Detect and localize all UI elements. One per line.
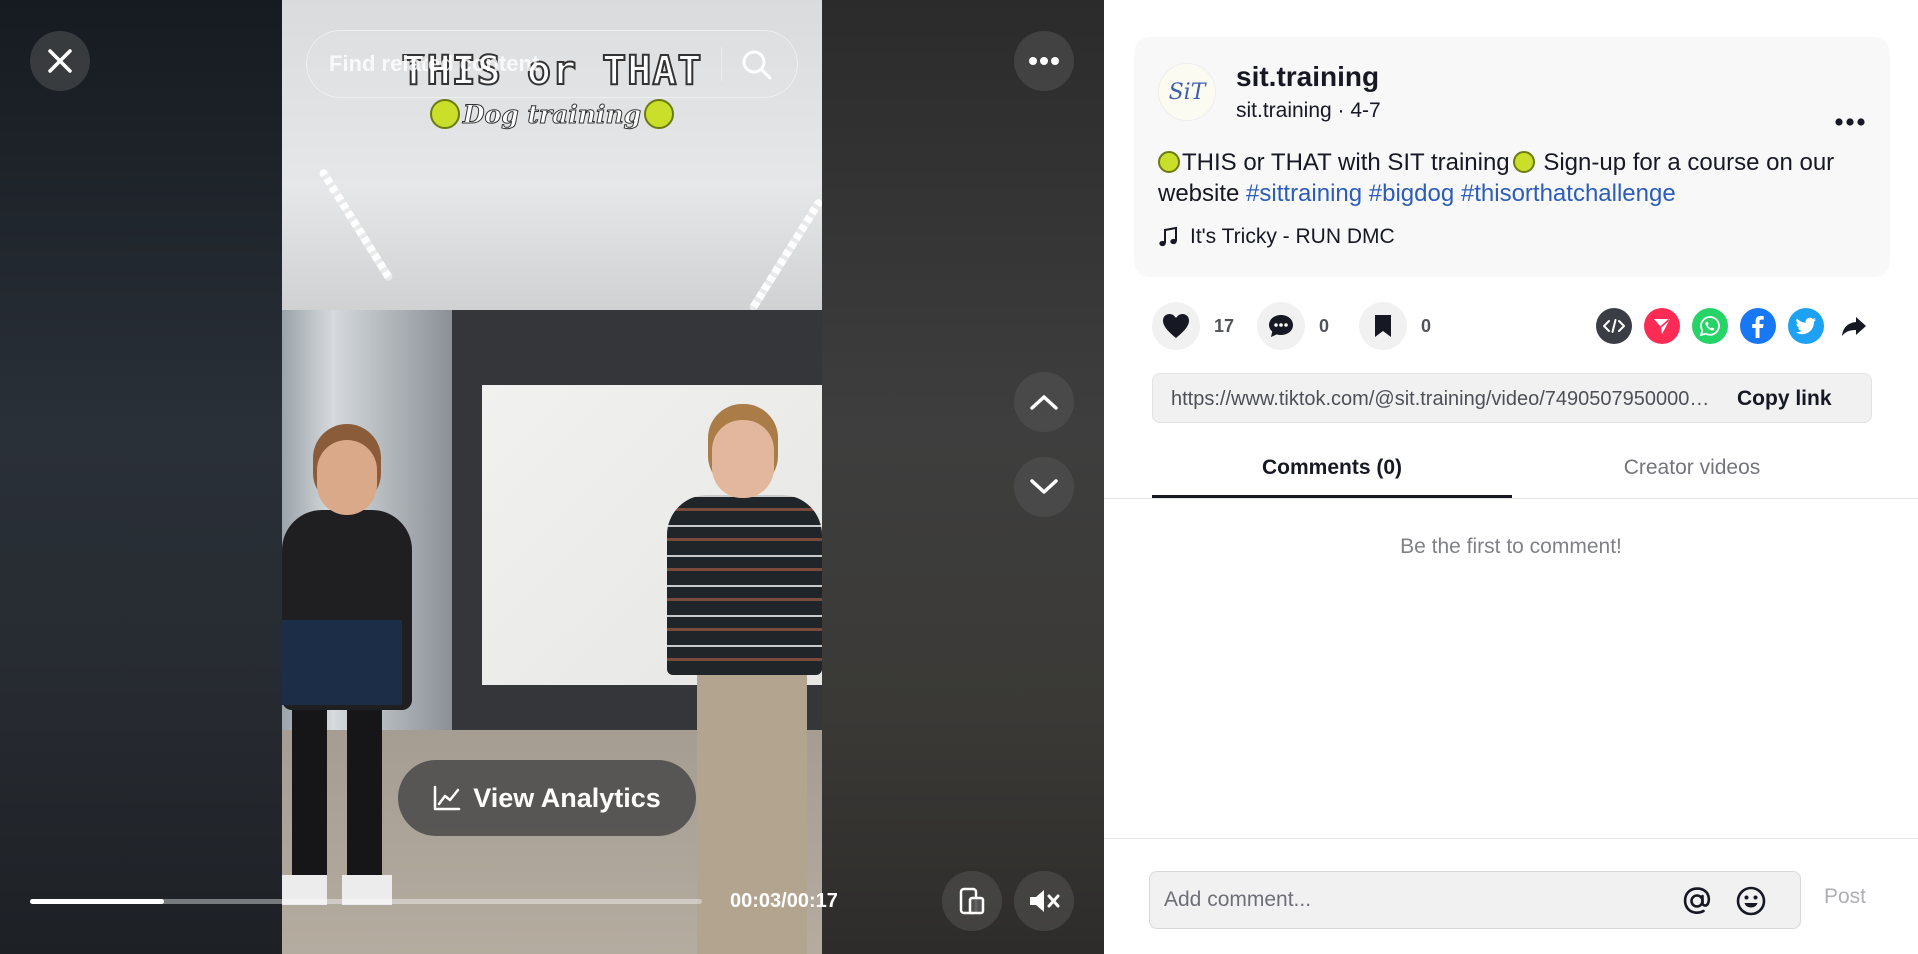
send-to-friends-button[interactable] xyxy=(1644,308,1680,344)
comment-action: 0 xyxy=(1257,302,1329,350)
video-overlay-subtitle: Dog training xyxy=(282,98,822,132)
save-count: 0 xyxy=(1421,315,1432,336)
avatar-text: SiT xyxy=(1168,79,1206,105)
actions-row: 17 0 0 xyxy=(1152,302,1872,350)
composer-divider xyxy=(1104,838,1918,839)
video-person-right xyxy=(667,495,822,675)
save-button[interactable] xyxy=(1359,302,1407,350)
close-icon xyxy=(48,49,72,73)
mute-button[interactable] xyxy=(1014,871,1074,931)
like-action: 17 xyxy=(1152,302,1234,350)
post-description: THIS or THAT with SIT training Sign-up f… xyxy=(1158,147,1878,209)
video-link-url[interactable]: https://www.tiktok.com/@sit.training/vid… xyxy=(1171,388,1719,411)
search-box xyxy=(306,30,798,98)
author-meta: sit.training · 4-7 xyxy=(1236,99,1381,122)
tab-creator-videos[interactable]: Creator videos xyxy=(1512,446,1872,498)
details-panel: SiT sit.training sit.training · 4-7 THIS… xyxy=(1104,0,1918,954)
view-analytics-button[interactable]: View Analytics xyxy=(398,760,696,836)
share-twitter-button[interactable] xyxy=(1788,308,1824,344)
like-count: 17 xyxy=(1214,315,1235,336)
description-text: THIS or THAT with SIT training xyxy=(1182,149,1510,176)
heart-icon xyxy=(1163,314,1189,338)
post-comment-button[interactable]: Post xyxy=(1824,885,1866,909)
share-facebook-button[interactable] xyxy=(1740,308,1776,344)
video-progress-bar[interactable] xyxy=(30,899,702,904)
comment-button[interactable] xyxy=(1257,302,1305,350)
display-mode-button[interactable] xyxy=(942,871,1002,931)
video-person-left xyxy=(292,700,382,880)
search-icon[interactable] xyxy=(739,47,775,83)
video-progress-fill xyxy=(30,899,165,904)
author-name[interactable]: sit.training xyxy=(1236,61,1379,93)
chart-line-icon xyxy=(433,785,461,811)
next-video-button[interactable] xyxy=(1014,457,1074,517)
music-link[interactable]: It's Tricky - RUN DMC xyxy=(1158,225,1395,249)
chevron-down-icon xyxy=(1030,479,1058,494)
volume-muted-icon xyxy=(1030,890,1060,912)
twitter-icon xyxy=(1795,317,1816,335)
like-button[interactable] xyxy=(1152,302,1200,350)
search-divider xyxy=(721,47,722,81)
more-horizontal-icon xyxy=(1029,57,1059,65)
video-person-left xyxy=(282,620,402,705)
avatar[interactable]: SiT xyxy=(1158,63,1216,121)
video-link-box: https://www.tiktok.com/@sit.training/vid… xyxy=(1152,373,1872,423)
hashtag-link[interactable]: #bigdog xyxy=(1369,180,1454,207)
hashtag-link[interactable]: #thisorthatchallenge xyxy=(1461,180,1676,207)
copy-link-button[interactable]: Copy link xyxy=(1737,387,1832,411)
comment-composer xyxy=(1149,871,1801,929)
comment-count: 0 xyxy=(1319,315,1330,336)
video-overlay-subtitle-text: Dog training xyxy=(462,100,642,130)
panel-tabs: Comments (0) Creator videos xyxy=(1152,446,1872,498)
music-label: It's Tricky - RUN DMC xyxy=(1190,225,1395,248)
previous-video-button[interactable] xyxy=(1014,372,1074,432)
embed-icon xyxy=(1603,319,1625,333)
whatsapp-icon xyxy=(1699,316,1720,337)
more-options-button[interactable] xyxy=(1014,31,1074,91)
tabs-divider xyxy=(1104,498,1918,499)
hashtag-link[interactable]: #sittraining xyxy=(1246,180,1362,207)
softball-icon xyxy=(429,98,460,129)
tab-comments[interactable]: Comments (0) xyxy=(1152,446,1512,498)
music-note-icon xyxy=(1159,226,1177,247)
softball-icon xyxy=(1158,151,1180,173)
empty-comments-message: Be the first to comment! xyxy=(1400,535,1622,558)
share-whatsapp-button[interactable] xyxy=(1692,308,1728,344)
facebook-icon xyxy=(1752,315,1764,338)
save-action: 0 xyxy=(1359,302,1431,350)
video-person-left xyxy=(317,440,377,515)
comment-input[interactable] xyxy=(1164,872,1664,928)
softball-icon xyxy=(1512,151,1535,173)
send-friends-icon xyxy=(1654,318,1670,334)
embed-button[interactable] xyxy=(1596,308,1632,344)
video-player: THIS or THAT Dog training Find related c… xyxy=(0,0,1104,954)
view-analytics-label: View Analytics xyxy=(473,782,661,813)
video-time-readout: 00:03/00:17 xyxy=(730,890,838,912)
search-input[interactable] xyxy=(329,31,709,97)
softball-icon xyxy=(644,98,675,129)
chevron-up-icon xyxy=(1030,395,1058,410)
comment-icon xyxy=(1269,315,1293,337)
post-info-card: SiT sit.training sit.training · 4-7 THIS… xyxy=(1134,37,1890,277)
more-horizontal-icon[interactable] xyxy=(1834,117,1866,127)
phone-screen-icon xyxy=(959,887,985,915)
video-person-right xyxy=(712,420,774,498)
close-button[interactable] xyxy=(30,31,90,91)
mention-icon[interactable] xyxy=(1680,884,1714,918)
share-arrow-icon xyxy=(1842,317,1866,336)
share-more-button[interactable] xyxy=(1836,308,1872,344)
emoji-icon[interactable] xyxy=(1734,884,1768,918)
video-blur-background-left xyxy=(0,0,282,954)
bookmark-icon xyxy=(1375,315,1391,337)
